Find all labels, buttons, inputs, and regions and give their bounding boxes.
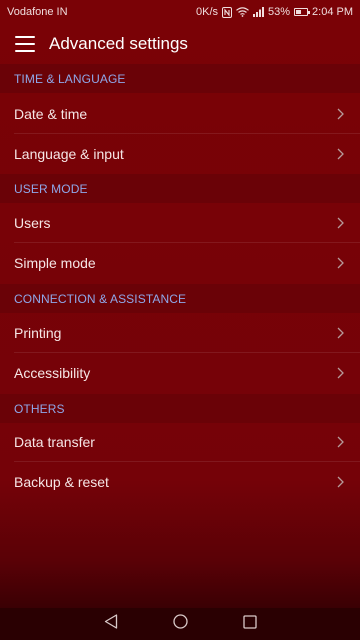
section-header-connection-assistance: CONNECTION & ASSISTANCE	[0, 284, 360, 313]
settings-item-users[interactable]: Users	[0, 202, 360, 243]
chevron-right-icon	[337, 108, 344, 120]
settings-item-label: Data transfer	[14, 433, 95, 450]
settings-item-data-transfer[interactable]: Data transfer	[0, 421, 360, 462]
app-bar: Advanced settings	[0, 24, 360, 64]
settings-item-printing[interactable]: Printing	[0, 312, 360, 353]
nfc-icon	[222, 6, 232, 18]
chevron-right-icon	[337, 367, 344, 379]
chevron-right-icon	[337, 148, 344, 160]
settings-item-label: Backup & reset	[14, 473, 109, 490]
home-icon[interactable]	[172, 614, 188, 634]
status-icons: 0K/s 53% 2:04 PM	[196, 6, 353, 18]
carrier-label: Vodafone IN	[7, 6, 68, 18]
section-header-user-mode: USER MODE	[0, 174, 360, 203]
battery-percent: 53%	[268, 6, 291, 18]
clock: 2:04 PM	[312, 6, 353, 18]
settings-item-label: Language & input	[14, 145, 124, 162]
status-bar: Vodafone IN 0K/s 53% 2:04 PM	[0, 0, 360, 24]
hamburger-menu-icon[interactable]	[15, 36, 35, 52]
navigation-bar	[0, 608, 360, 640]
chevron-right-icon	[337, 476, 344, 488]
signal-icon	[253, 7, 264, 17]
chevron-right-icon	[337, 217, 344, 229]
section-header-others: OTHERS	[0, 394, 360, 423]
settings-item-label: Accessibility	[14, 364, 91, 381]
settings-item-date-time[interactable]: Date & time	[0, 93, 360, 134]
network-speed: 0K/s	[195, 6, 218, 18]
back-icon[interactable]	[104, 614, 118, 634]
page-title: Advanced settings	[49, 34, 188, 53]
settings-item-label: Printing	[14, 324, 62, 341]
chevron-right-icon	[337, 436, 344, 448]
section-header-time-language: TIME & LANGUAGE	[0, 64, 360, 93]
battery-level-fill	[296, 10, 302, 14]
settings-item-backup-reset[interactable]: Backup & reset	[0, 461, 360, 502]
settings-item-label: Users	[14, 214, 51, 231]
settings-item-label: Date & time	[14, 105, 88, 122]
chevron-right-icon	[337, 327, 344, 339]
settings-item-accessibility[interactable]: Accessibility	[0, 352, 360, 393]
recents-icon[interactable]	[242, 614, 257, 634]
wifi-icon	[236, 7, 249, 17]
settings-item-language-input[interactable]: Language & input	[0, 133, 360, 174]
battery-icon	[294, 8, 311, 16]
settings-item-simple-mode[interactable]: Simple mode	[0, 242, 360, 283]
chevron-right-icon	[337, 257, 344, 269]
settings-item-label: Simple mode	[14, 254, 96, 271]
